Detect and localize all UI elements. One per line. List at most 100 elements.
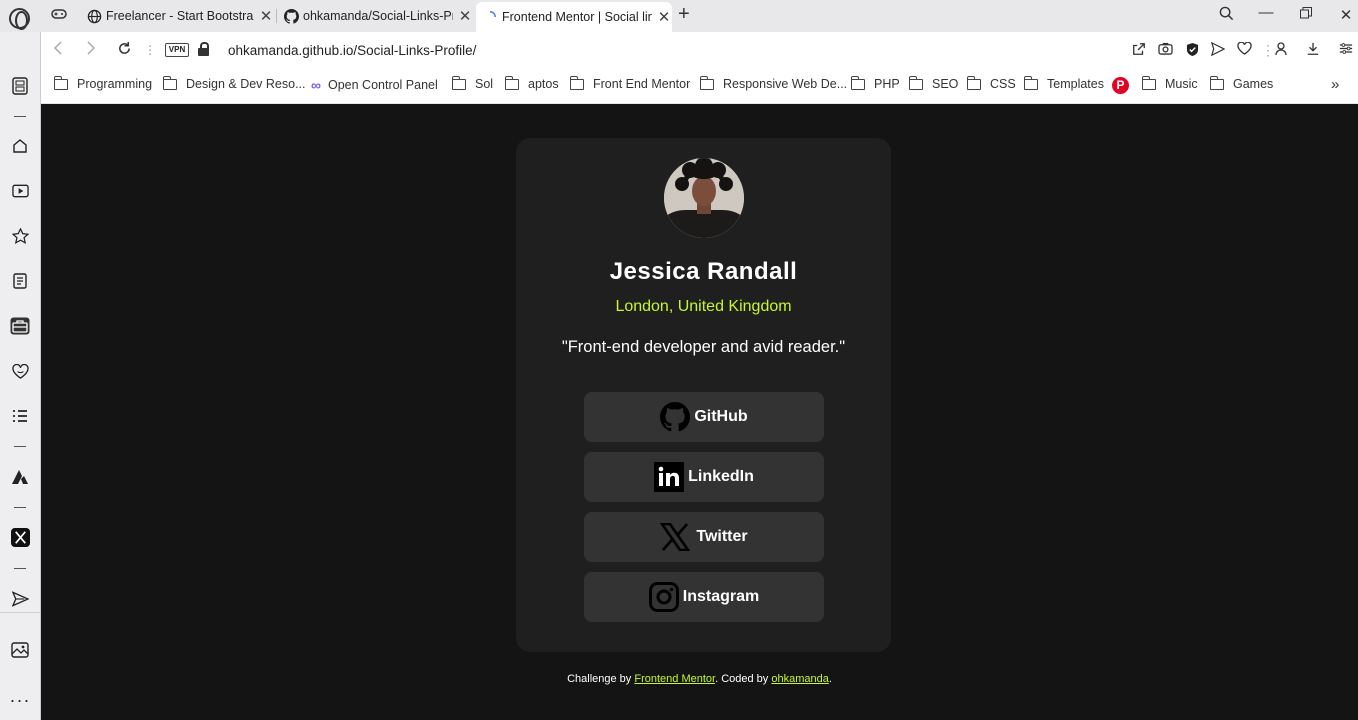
instagram-icon (648, 582, 679, 612)
workspace-icon[interactable] (10, 76, 30, 96)
tab-title: Frontend Mentor | Social links profile (502, 10, 652, 24)
profile-icon[interactable] (1272, 42, 1290, 59)
folder-icon (504, 75, 519, 90)
bookmark-responsive-web[interactable]: Responsive Web De... (699, 75, 847, 91)
aria-ai-icon[interactable] (10, 467, 30, 487)
profile-bio: "Front-end developer and avid reader." (561, 338, 846, 356)
profile-name: Jessica Randall (609, 258, 798, 285)
github-link-button[interactable]: GitHub (584, 392, 824, 442)
bookmark-templates[interactable]: Templates (1023, 75, 1104, 91)
folder-icon (699, 75, 714, 90)
pinterest-icon: P (1112, 77, 1129, 94)
back-icon[interactable] (53, 41, 63, 60)
folder-icon (53, 75, 68, 90)
folder-icon (908, 75, 923, 90)
twitter-link-label: Twitter (696, 528, 748, 545)
page-viewport: Jessica Randall London, United Kingdom "… (41, 104, 1358, 720)
bookmark-music[interactable]: Music (1141, 75, 1198, 91)
github-link-label: GitHub (694, 408, 748, 425)
tab-frontend-mentor[interactable]: Frontend Mentor | Social links profile ✕ (476, 2, 672, 32)
tab-title: Freelancer - Start Bootstrap (106, 9, 254, 23)
author-link[interactable]: ohkamanda (771, 673, 829, 685)
restore-button[interactable] (1296, 6, 1316, 23)
globe-icon (86, 8, 102, 24)
x-twitter-sidebar-icon[interactable] (10, 527, 30, 547)
bookmark-games[interactable]: Games (1209, 75, 1273, 91)
home-icon[interactable] (10, 136, 30, 156)
github-icon (660, 402, 691, 432)
vpn-badge[interactable]: VPN (165, 43, 189, 57)
linkedin-link-button[interactable]: LinkedIn (584, 452, 824, 502)
forward-icon[interactable] (86, 41, 96, 60)
send-sidebar-icon[interactable] (10, 589, 30, 609)
reading-list-icon[interactable] (10, 271, 30, 291)
url-field[interactable]: ohkamanda.github.io/Social-Links-Profile… (228, 43, 476, 58)
bookmark-programming[interactable]: Programming (53, 75, 152, 91)
more-dots-icon: ⋮ (144, 43, 156, 57)
tab-freelancer[interactable]: Freelancer - Start Bootstrap ✕ (80, 2, 274, 30)
player-icon[interactable] (10, 181, 30, 201)
more-options-icon[interactable]: ··· (10, 690, 30, 710)
instagram-link-label: Instagram (682, 588, 760, 605)
download-icon[interactable] (1304, 42, 1322, 59)
twitter-link-button[interactable]: Twitter (584, 512, 824, 562)
more-bookmarks-icon[interactable]: » (1331, 76, 1339, 93)
close-window-button[interactable]: ✕ (1336, 6, 1356, 24)
send-icon[interactable] (1209, 41, 1227, 59)
instagram-link-button[interactable]: Instagram (584, 572, 824, 622)
linkedin-link-label: LinkedIn (688, 468, 754, 485)
tab-title: ohkamanda/Social-Links-Profile (303, 9, 453, 23)
bookmark-sol[interactable]: Sol (451, 75, 493, 91)
frontend-mentor-link[interactable]: Frontend Mentor (634, 673, 715, 685)
bookmark-aptos[interactable]: aptos (504, 75, 559, 91)
gallery-icon[interactable] (10, 640, 30, 660)
loading-icon (482, 9, 498, 25)
lock-icon[interactable] (198, 42, 209, 56)
bookmark-design-dev[interactable]: Design & Dev Reso... (162, 75, 306, 91)
reload-icon[interactable] (117, 41, 132, 61)
bookmark-front-end-mentor[interactable]: Front End Mentor (569, 75, 690, 91)
github-icon (283, 8, 299, 24)
bookmark-css[interactable]: CSS (966, 75, 1016, 91)
folder-icon (451, 75, 466, 90)
gamepad-icon[interactable] (51, 8, 67, 23)
bookmarks-bar: Programming Design & Dev Reso... ∞ Open C… (41, 70, 1358, 104)
share-icon[interactable] (1130, 42, 1148, 59)
folder-icon (966, 75, 981, 90)
folder-icon (162, 75, 177, 90)
infinity-icon: ∞ (311, 77, 321, 93)
camera-icon[interactable] (1156, 42, 1174, 58)
heart-face-icon[interactable] (10, 361, 30, 381)
avatar (664, 158, 744, 238)
folder-icon (1209, 75, 1224, 90)
minimize-button[interactable]: — (1256, 4, 1276, 21)
x-icon (660, 523, 691, 551)
profile-location: London, United Kingdom (615, 298, 792, 315)
bookmark-open-control-panel[interactable]: ∞ Open Control Panel (311, 77, 438, 93)
opera-menu-icon[interactable] (9, 8, 30, 30)
briefcase-icon[interactable] (10, 316, 30, 336)
search-tabs-icon[interactable] (1216, 6, 1236, 25)
close-tab-icon[interactable]: ✕ (457, 7, 473, 25)
new-tab-button[interactable]: + (678, 3, 690, 26)
bookmark-pinterest[interactable]: P (1112, 77, 1135, 94)
browser-sidebar: ··· (0, 32, 41, 720)
bookmarks-star-icon[interactable] (10, 226, 30, 246)
attribution-footer: Challenge by Frontend Mentor. Coded by o… (567, 673, 832, 685)
linkedin-icon (654, 462, 685, 492)
close-tab-icon[interactable]: ✕ (258, 7, 274, 25)
folder-icon (569, 75, 584, 90)
bookmark-seo[interactable]: SEO (908, 75, 958, 91)
tab-bar: Freelancer - Start Bootstrap ✕ ohkamanda… (0, 0, 1358, 32)
bookmark-php[interactable]: PHP (850, 75, 900, 91)
adblock-shield-icon[interactable] (1183, 42, 1201, 60)
easy-setup-icon[interactable] (1337, 42, 1355, 58)
tab-github-repo[interactable]: ohkamanda/Social-Links-Profile ✕ (279, 2, 473, 30)
profile-card: Jessica Randall London, United Kingdom "… (516, 138, 891, 652)
folder-icon (1141, 75, 1156, 90)
close-tab-icon[interactable]: ✕ (656, 8, 672, 26)
tasks-list-icon[interactable] (10, 406, 30, 426)
folder-icon (850, 75, 865, 90)
heart-icon[interactable] (1235, 41, 1253, 58)
folder-icon (1023, 75, 1038, 90)
